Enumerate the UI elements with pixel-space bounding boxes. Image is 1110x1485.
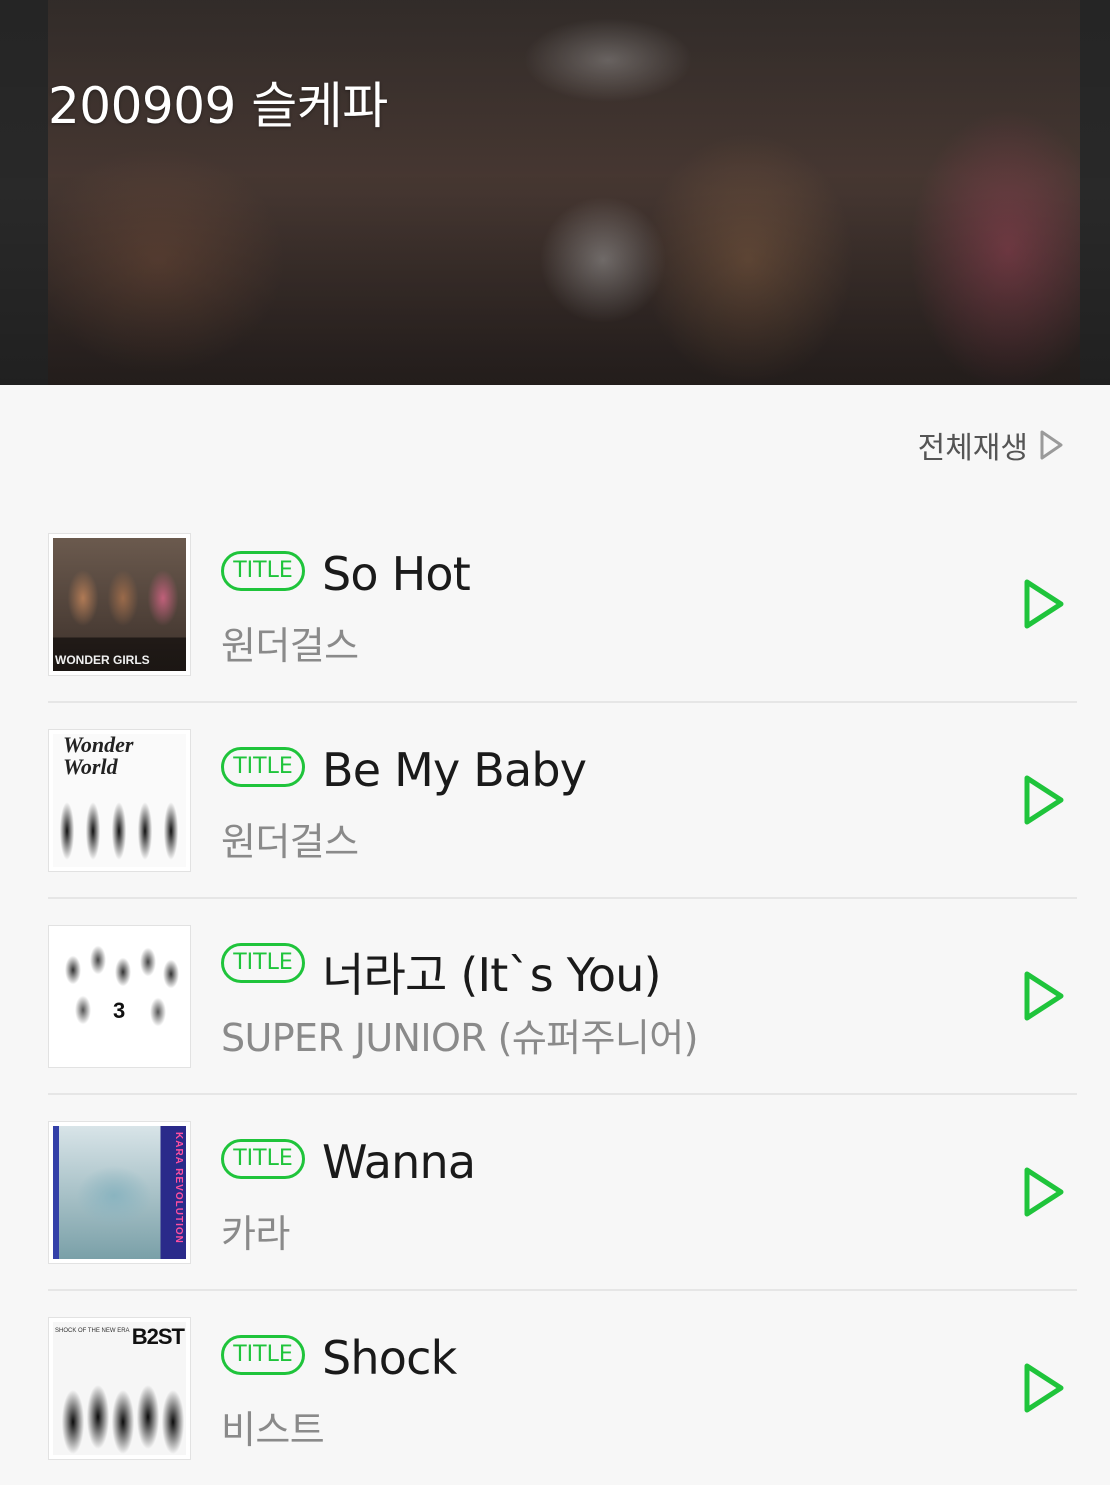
title-track-badge: TITLE [221, 747, 305, 787]
song-list: WONDER GIRLS TITLE So Hot 원더걸스 Wonder Wo… [48, 507, 1077, 1485]
album-thumbnail[interactable]: Wonder World [48, 729, 191, 872]
song-artist[interactable]: 카라 [221, 1203, 290, 1258]
play-button[interactable] [1019, 1361, 1067, 1415]
song-artist[interactable]: 비스트 [221, 1399, 325, 1454]
album-cover-text: WONDER GIRLS [55, 653, 150, 667]
play-button[interactable] [1019, 969, 1067, 1023]
album-thumbnail[interactable]: 3 [48, 925, 191, 1068]
title-track-badge: TITLE [221, 1335, 305, 1375]
album-cover-text: B2ST [131, 1324, 185, 1349]
play-icon [1024, 1363, 1064, 1413]
play-button[interactable] [1019, 577, 1067, 631]
song-row[interactable]: WONDER GIRLS TITLE So Hot 원더걸스 [48, 507, 1077, 703]
song-title: So Hot [322, 547, 471, 601]
playlist-cover: 200909 슬케파 [0, 0, 1110, 385]
song-row[interactable]: KARA REVOLUTION TITLE Wanna 카라 [48, 1095, 1077, 1291]
song-title: Be My Baby [322, 743, 587, 797]
album-cover-text: 3 [113, 998, 126, 1023]
album-thumbnail[interactable]: KARA REVOLUTION [48, 1121, 191, 1264]
song-title: 너라고 (It`s You) [322, 948, 662, 1002]
play-button[interactable] [1019, 773, 1067, 827]
song-row[interactable]: Wonder World TITLE Be My Baby 원더걸스 [48, 703, 1077, 899]
album-thumbnail[interactable]: SHOCK OF THE NEW ERA B2ST [48, 1317, 191, 1460]
title-track-badge: TITLE [221, 551, 305, 591]
play-button[interactable] [1019, 1165, 1067, 1219]
album-thumbnail[interactable]: WONDER GIRLS [48, 533, 191, 676]
song-title: Wanna [322, 1135, 476, 1189]
title-track-badge: TITLE [221, 943, 305, 983]
song-artist[interactable]: SUPER JUNIOR (슈퍼주니어) [221, 1007, 698, 1062]
album-cover-text: Wonder World [63, 732, 134, 779]
song-row[interactable]: SHOCK OF THE NEW ERA B2ST TITLE Shock 비스… [48, 1291, 1077, 1485]
play-icon [1024, 971, 1064, 1021]
play-all-icon [1038, 429, 1064, 461]
play-icon [1024, 775, 1064, 825]
album-cover-subtext: SHOCK OF THE NEW ERA [55, 1328, 130, 1334]
play-icon [1024, 579, 1064, 629]
song-artist[interactable]: 원더걸스 [221, 811, 359, 866]
play-all-label: 전체재생 [917, 431, 1028, 466]
song-row[interactable]: 3 TITLE 너라고 (It`s You) SUPER JUNIOR (슈퍼주… [48, 899, 1077, 1095]
title-track-badge: TITLE [221, 1139, 305, 1179]
playlist-title: 200909 슬케파 [48, 77, 388, 135]
play-icon [1024, 1167, 1064, 1217]
song-artist[interactable]: 원더걸스 [221, 615, 359, 670]
album-cover-text: KARA REVOLUTION [173, 1132, 184, 1244]
play-all-button[interactable]: 전체재생 [918, 423, 1064, 467]
song-title: Shock [322, 1331, 457, 1385]
